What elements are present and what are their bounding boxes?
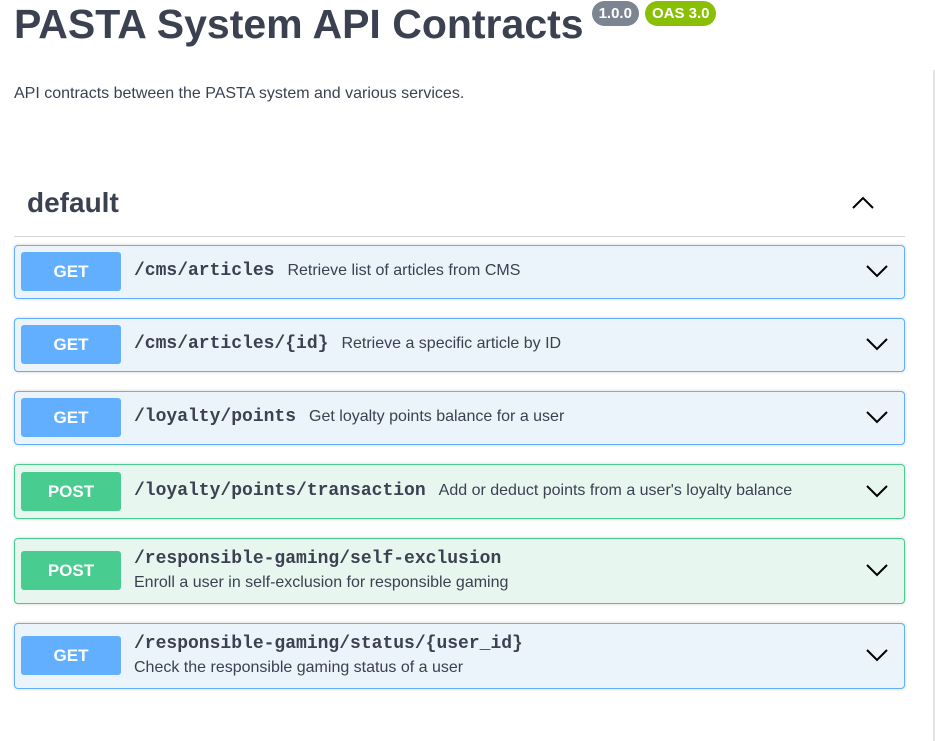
method-badge: POST [21,551,121,590]
operation-get-cms-article-by-id[interactable]: GET /cms/articles/{id} Retrieve a specif… [14,318,905,372]
oas-badge: OAS 3.0 [644,1,717,26]
operation-summary-row: /responsible-gaming/status/{user_id} Che… [134,633,523,677]
page-title: PASTA System API Contracts [14,1,584,47]
operation-summary-row: /loyalty/points/transaction Add or deduc… [134,481,792,501]
version-badge: 1.0.0 [591,1,639,26]
method-badge: GET [21,398,121,437]
operation-summary-row: /loyalty/points Get loyalty points balan… [134,407,564,427]
operation-post-loyalty-transaction[interactable]: POST /loyalty/points/transaction Add or … [14,464,905,519]
api-description: API contracts between the PASTA system a… [14,85,465,102]
operation-summary: Check the responsible gaming status of a… [134,659,464,676]
operation-path: /cms/articles/{id} [134,334,329,354]
method-badge: GET [21,636,121,675]
method-badge: GET [21,325,121,364]
operation-summary-row: /cms/articles Retrieve list of articles … [134,261,520,281]
chevron-up-icon[interactable] [851,194,875,210]
tag-name: default [27,187,119,218]
info-header: PASTA System API Contracts 1.0.0 OAS 3.0 [14,0,717,48]
swagger-page: PASTA System API Contracts 1.0.0 OAS 3.0… [0,0,935,741]
operation-summary: Enroll a user in self-exclusion for resp… [134,574,509,591]
chevron-down-icon[interactable] [866,648,888,662]
method-badge: POST [21,472,121,511]
operation-path: /responsible-gaming/status/{user_id} [134,634,523,654]
chevron-down-icon[interactable] [866,337,888,351]
method-badge: GET [21,252,121,291]
operation-summary: Retrieve a specific article by ID [341,335,562,352]
operation-summary-row: /cms/articles/{id} Retrieve a specific a… [134,334,561,354]
operation-summary: Add or deduct points from a user's loyal… [438,482,793,499]
operation-post-self-exclusion[interactable]: POST /responsible-gaming/self-exclusion … [14,538,905,604]
chevron-down-icon[interactable] [866,264,888,278]
tag-section-default[interactable]: default [14,170,905,237]
chevron-down-icon[interactable] [866,484,888,498]
operation-get-cms-articles[interactable]: GET /cms/articles Retrieve list of artic… [14,245,905,299]
chevron-down-icon[interactable] [866,410,888,424]
operation-get-gaming-status[interactable]: GET /responsible-gaming/status/{user_id}… [14,623,905,689]
operation-path: /loyalty/points [134,407,297,427]
operation-summary-row: /responsible-gaming/self-exclusion Enrol… [134,548,508,592]
operation-path: /loyalty/points/transaction [134,481,426,501]
operation-get-loyalty-points[interactable]: GET /loyalty/points Get loyalty points b… [14,391,905,445]
operation-summary: Get loyalty points balance for a user [309,408,565,425]
operation-path: /cms/articles [134,261,275,281]
operation-summary: Retrieve list of articles from CMS [287,262,521,279]
chevron-down-icon[interactable] [866,563,888,577]
operation-path: /responsible-gaming/self-exclusion [134,549,502,569]
